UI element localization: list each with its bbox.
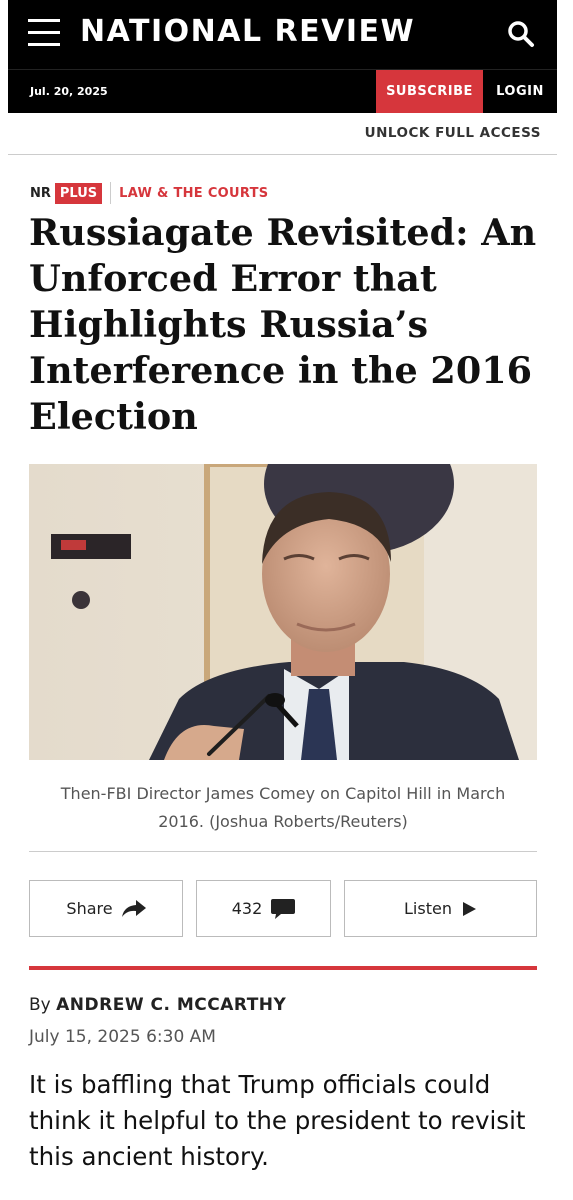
share-arrow-icon [121,899,146,917]
search-icon[interactable] [507,20,535,48]
section-link[interactable]: LAW & THE COURTS [119,186,268,201]
publish-date: July 15, 2025 6:30 AM [29,1027,216,1047]
caption-divider [29,851,537,852]
share-label: Share [66,899,113,918]
article-hero-image [29,464,537,760]
byline: By ANDREW C. MCCARTHY [29,995,286,1015]
top-navigation-bar: NATIONAL REVIEW [8,0,557,69]
subscribe-button[interactable]: SUBSCRIBE [376,70,483,113]
menu-icon[interactable] [28,19,60,47]
comments-count: 432 [231,899,263,918]
listen-label: Listen [404,899,452,918]
share-button[interactable]: Share [29,880,183,937]
byline-prefix: By [29,995,51,1015]
comments-button[interactable]: 432 [196,880,331,937]
site-logo[interactable]: NATIONAL REVIEW [80,14,415,49]
play-icon [462,901,476,916]
comment-icon [271,898,296,919]
listen-button[interactable]: Listen [344,880,537,937]
kicker-separator [110,182,112,204]
nr-label: NR [30,185,51,201]
article-dek: It is baffling that Trump officials coul… [29,1070,526,1171]
article-divider [29,966,537,970]
unlock-full-access-link[interactable]: UNLOCK FULL ACCESS [365,125,541,141]
header-divider [8,154,557,155]
article-headline: Russiagate Revisited: An Unforced Error … [29,211,537,438]
current-date: Jul. 20, 2025 [30,85,108,98]
sub-header-bar: Jul. 20, 2025 SUBSCRIBE LOGIN [8,69,557,113]
article-kicker: NR PLUS LAW & THE COURTS [30,182,268,204]
image-caption: Then-FBI Director James Comey on Capitol… [60,784,506,831]
author-link[interactable]: ANDREW C. MCCARTHY [56,995,286,1015]
page: NATIONAL REVIEW Jul. 20, 2025 SUBSCRIBE … [8,0,557,1171]
plus-badge[interactable]: PLUS [54,182,103,204]
login-button[interactable]: LOGIN [483,70,557,113]
